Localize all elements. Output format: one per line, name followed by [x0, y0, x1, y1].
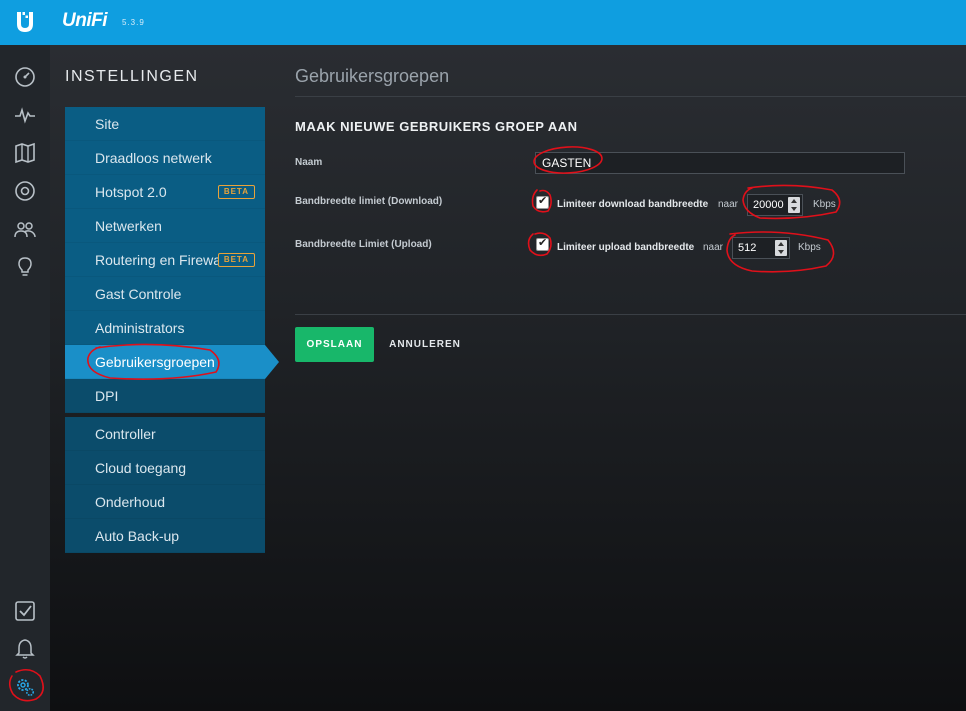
settings-item-controller[interactable]: Controller: [65, 417, 265, 451]
settings-item-label: Hotspot 2.0: [95, 184, 167, 200]
title-divider: [295, 96, 966, 97]
dashboard-icon[interactable]: [13, 65, 37, 89]
cancel-button[interactable]: ANNULEREN: [385, 327, 465, 362]
settings-submenu: Site Draadloos netwerk Hotspot 2.0 BETA …: [65, 107, 279, 553]
settings-item-label: Routering en Firewall: [95, 252, 228, 268]
ubiquiti-logo-icon: [17, 12, 33, 32]
settings-item-guest-control[interactable]: Gast Controle: [65, 277, 265, 311]
settings-icon[interactable]: [13, 675, 37, 699]
settings-item-hotspot[interactable]: Hotspot 2.0 BETA: [65, 175, 265, 209]
download-checkbox-label: Limiteer download bandbreedte: [557, 199, 709, 210]
settings-group-controller: Controller Cloud toegang Onderhoud Auto …: [65, 417, 265, 553]
version-label: 5.3.9: [122, 18, 145, 27]
settings-title: INSTELLINGEN: [65, 68, 199, 85]
download-kbps-value: 20000: [753, 199, 784, 211]
download-limit-label: Bandbreedte limiet (Download): [295, 196, 443, 207]
settings-item-administrators[interactable]: Administrators: [65, 311, 265, 345]
top-bar: UniFi 5.3.9: [0, 0, 966, 45]
upload-kbps-value: 512: [738, 242, 757, 254]
section-title: MAAK NIEUWE GEBRUIKERS GROEP AAN: [295, 119, 578, 134]
settings-item-networks[interactable]: Netwerken: [65, 209, 265, 243]
clients-icon[interactable]: [13, 217, 37, 241]
upload-unit-label: Kbps: [798, 242, 821, 253]
settings-item-dpi[interactable]: DPI: [65, 379, 265, 413]
upload-spinner-icon[interactable]: [775, 240, 787, 256]
form-divider: [295, 314, 966, 315]
upload-to-label: naar: [703, 242, 724, 253]
brand-name: UniFi: [62, 10, 108, 31]
download-unit-label: Kbps: [813, 199, 836, 210]
download-kbps-input[interactable]: 20000: [747, 194, 803, 216]
settings-item-cloud-access[interactable]: Cloud toegang: [65, 451, 265, 485]
upload-kbps-input[interactable]: 512: [732, 237, 790, 259]
map-icon[interactable]: [13, 141, 37, 165]
settings-item-routing-firewall[interactable]: Routering en Firewall BETA: [65, 243, 265, 277]
page-title: Gebruikersgroepen: [295, 66, 450, 86]
left-navigation: [0, 45, 50, 711]
settings-group-site: Site Draadloos netwerk Hotspot 2.0 BETA …: [65, 107, 279, 413]
beta-badge: BETA: [217, 253, 255, 267]
alerts-icon[interactable]: [13, 637, 37, 661]
devices-icon[interactable]: [13, 179, 37, 203]
download-to-label: naar: [718, 199, 739, 210]
settings-item-wireless[interactable]: Draadloos netwerk: [65, 141, 265, 175]
settings-item-maintenance[interactable]: Onderhoud: [65, 485, 265, 519]
settings-item-site[interactable]: Site: [65, 107, 265, 141]
save-button[interactable]: OPSLAAN: [295, 327, 374, 362]
download-spinner-icon[interactable]: [788, 197, 800, 213]
upload-limit-checkbox[interactable]: [536, 236, 549, 251]
name-label: Naam: [295, 157, 323, 168]
tasks-icon[interactable]: [13, 599, 37, 623]
insights-icon[interactable]: [13, 255, 37, 279]
settings-item-user-groups[interactable]: Gebruikersgroepen: [65, 345, 279, 379]
settings-item-auto-backup[interactable]: Auto Back-up: [65, 519, 265, 553]
upload-limit-label: Bandbreedte Limiet (Upload): [295, 239, 432, 250]
download-limit-checkbox[interactable]: [536, 194, 549, 209]
beta-badge: BETA: [217, 185, 255, 199]
upload-checkbox-label: Limiteer upload bandbreedte: [557, 242, 695, 253]
statistics-icon[interactable]: [13, 103, 37, 127]
group-name-input[interactable]: GASTEN: [535, 152, 905, 174]
